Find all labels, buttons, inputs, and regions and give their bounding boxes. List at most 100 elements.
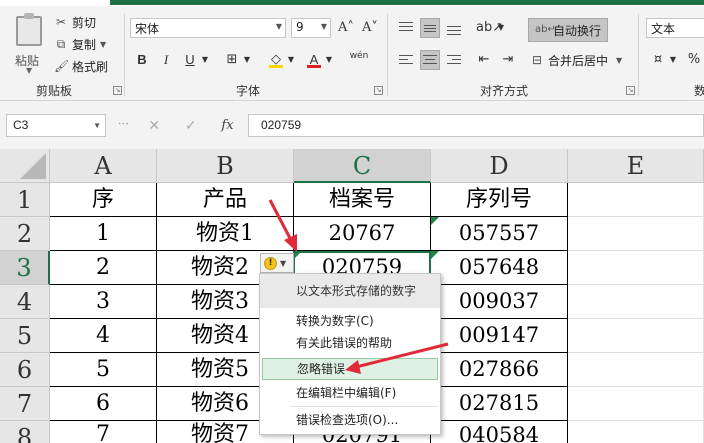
fill-color-button[interactable]: ◇ bbox=[266, 50, 286, 70]
cut-button[interactable]: ✂ 剪切 bbox=[54, 12, 96, 32]
error-smart-tag-button[interactable]: ! ▼ bbox=[260, 253, 294, 273]
cell-d6-value: 027866 bbox=[458, 357, 540, 381]
cell-d2[interactable]: 057557 bbox=[431, 217, 568, 251]
cell-c2[interactable]: 20767 bbox=[294, 217, 431, 251]
decrease-indent-button[interactable]: ⇤ bbox=[474, 50, 494, 70]
align-middle-button[interactable] bbox=[420, 18, 440, 38]
cell-d5[interactable]: 009147 bbox=[431, 319, 568, 353]
cell-e7[interactable] bbox=[568, 387, 704, 421]
row-header-1[interactable]: 1 bbox=[0, 183, 50, 217]
cell-d7-value: 027815 bbox=[458, 391, 540, 415]
cell-e1[interactable] bbox=[568, 183, 704, 217]
cell-e8[interactable] bbox=[568, 421, 704, 443]
number-format-combo[interactable]: 文本 bbox=[646, 18, 704, 38]
cell-a3[interactable]: 2 bbox=[50, 251, 157, 285]
copy-icon: ⧉ bbox=[56, 37, 66, 51]
row-header-3[interactable]: 3 bbox=[0, 251, 50, 285]
cell-a4[interactable]: 3 bbox=[50, 285, 157, 319]
bold-button[interactable]: B bbox=[132, 50, 152, 70]
cell-d7[interactable]: 027815 bbox=[431, 387, 568, 421]
font-color-button[interactable]: A bbox=[304, 50, 324, 70]
cell-d1[interactable]: 序列号 bbox=[431, 183, 568, 217]
align-top-button[interactable] bbox=[396, 18, 416, 38]
column-header-a[interactable]: A bbox=[50, 149, 157, 183]
cell-a7[interactable]: 6 bbox=[50, 387, 157, 421]
wrap-text-button[interactable]: ab↵ 自动换行 bbox=[528, 18, 609, 42]
column-header-c[interactable]: C bbox=[294, 149, 431, 183]
cell-a1[interactable]: 序 bbox=[50, 183, 157, 217]
cell-d4[interactable]: 009037 bbox=[431, 285, 568, 319]
font-size-combo[interactable]: 9 ▼ bbox=[291, 18, 331, 38]
formula-value: 020759 bbox=[261, 118, 302, 132]
cell-e4[interactable] bbox=[568, 285, 704, 319]
enter-icon[interactable]: ✓ bbox=[185, 118, 197, 134]
chevron-down-icon[interactable]: ▼ bbox=[200, 50, 210, 70]
chevron-down-icon[interactable]: ▼ bbox=[496, 18, 506, 38]
cell-e2[interactable] bbox=[568, 217, 704, 251]
format-painter-button[interactable]: 🖌 格式刷 bbox=[54, 56, 108, 76]
cell-d3[interactable]: 057648 bbox=[431, 251, 568, 285]
align-bottom-button[interactable] bbox=[444, 18, 464, 38]
grow-font-button[interactable]: A˄ bbox=[336, 18, 356, 38]
increase-indent-button[interactable]: ⇥ bbox=[498, 50, 518, 70]
cell-e6[interactable] bbox=[568, 353, 704, 387]
select-all-button[interactable] bbox=[0, 149, 50, 183]
shrink-font-button[interactable]: A˅ bbox=[360, 18, 380, 38]
menu-item-help-on-error[interactable]: 有关此错误的帮助 bbox=[260, 332, 440, 354]
cell-a5[interactable]: 4 bbox=[50, 319, 157, 353]
insert-function-icon[interactable]: fx bbox=[221, 118, 233, 133]
chevron-down-icon[interactable]: ▼ bbox=[668, 50, 678, 70]
chevron-down-icon[interactable]: ▼ bbox=[242, 50, 252, 70]
paste-button[interactable]: 粘贴 ▼ bbox=[10, 13, 48, 75]
currency-button[interactable]: ¤ bbox=[648, 50, 668, 70]
percent-button[interactable]: % bbox=[684, 50, 704, 70]
number-group-label: 数 bbox=[694, 84, 704, 98]
borders-button[interactable]: ⊞ bbox=[222, 50, 242, 70]
merge-center-button[interactable]: ⊟ 合并后居中 ▼ bbox=[530, 50, 622, 70]
font-launcher-icon[interactable]: ↘ bbox=[374, 86, 383, 95]
cell-b1[interactable]: 产品 bbox=[157, 183, 294, 217]
chevron-down-icon: ▼ bbox=[280, 258, 287, 268]
row-header-2[interactable]: 2 bbox=[0, 217, 50, 251]
chevron-down-icon[interactable]: ▼ bbox=[286, 50, 296, 70]
align-left-button[interactable] bbox=[396, 50, 416, 70]
cell-a8[interactable]: 7 bbox=[50, 421, 157, 443]
row-header-5[interactable]: 5 bbox=[0, 319, 50, 353]
column-header-b[interactable]: B bbox=[157, 149, 294, 183]
menu-item-error-checking-options[interactable]: 错误检查选项(O)... bbox=[260, 409, 440, 431]
name-box-value: C3 bbox=[13, 118, 29, 132]
clipboard-launcher-icon[interactable]: ↘ bbox=[113, 86, 122, 95]
italic-button[interactable]: I bbox=[156, 50, 176, 70]
phonetic-button[interactable]: wén bbox=[346, 50, 372, 70]
cell-e5[interactable] bbox=[568, 319, 704, 353]
cell-d6[interactable]: 027866 bbox=[431, 353, 568, 387]
copy-button[interactable]: ⧉ 复制 ▼ bbox=[54, 34, 106, 54]
cell-a2[interactable]: 1 bbox=[50, 217, 157, 251]
chevron-down-icon[interactable]: ▼ bbox=[324, 50, 334, 70]
formula-input[interactable]: 020759 bbox=[248, 114, 704, 137]
row-header-6[interactable]: 6 bbox=[0, 353, 50, 387]
splitter-handle-icon[interactable]: ⋮ bbox=[117, 118, 130, 129]
alignment-launcher-icon[interactable]: ↘ bbox=[626, 86, 635, 95]
row-header-8[interactable]: 8 bbox=[0, 421, 50, 443]
row-header-7[interactable]: 7 bbox=[0, 387, 50, 421]
align-right-button[interactable] bbox=[444, 50, 464, 70]
menu-item-ignore-error[interactable]: 忽略错误 bbox=[262, 358, 438, 380]
column-header-d[interactable]: D bbox=[431, 149, 568, 183]
cell-d8[interactable]: 040584 bbox=[431, 421, 568, 443]
underline-button[interactable]: U bbox=[180, 50, 200, 70]
cell-d4-value: 009037 bbox=[458, 289, 540, 313]
cell-e3[interactable] bbox=[568, 251, 704, 285]
menu-item-edit-in-formula-bar[interactable]: 在编辑栏中编辑(F) bbox=[260, 382, 440, 404]
menu-item-convert-to-number[interactable]: 转换为数字(C) bbox=[260, 310, 440, 332]
name-box[interactable]: C3 ▼ bbox=[6, 114, 106, 137]
cell-c1[interactable]: 档案号 bbox=[294, 183, 431, 217]
row-header-4[interactable]: 4 bbox=[0, 285, 50, 319]
cancel-icon[interactable]: ✕ bbox=[148, 118, 160, 134]
column-header-e[interactable]: E bbox=[568, 149, 704, 183]
cell-b2[interactable]: 物资1 bbox=[157, 217, 294, 251]
orientation-button[interactable]: ab↗ bbox=[476, 18, 503, 38]
font-name-combo[interactable]: 宋体 ▼ bbox=[130, 18, 286, 38]
align-center-button[interactable] bbox=[420, 50, 440, 70]
cell-a6[interactable]: 5 bbox=[50, 353, 157, 387]
